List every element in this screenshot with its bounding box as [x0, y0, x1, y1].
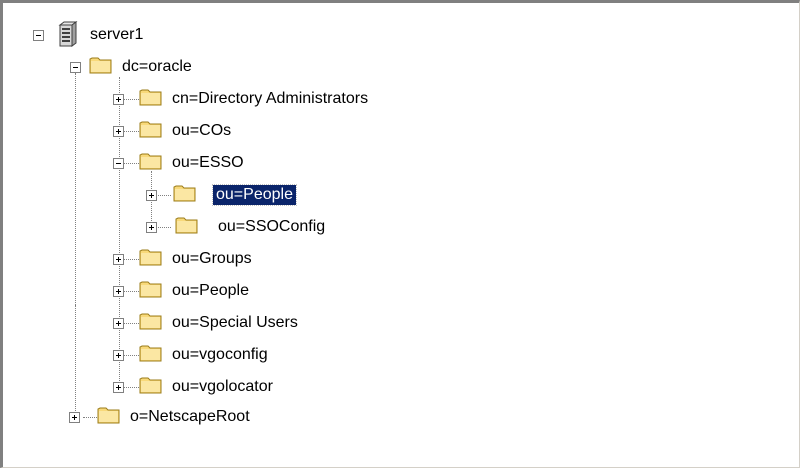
- folder-icon: [139, 89, 162, 106]
- expand-netscaperoot-toggle[interactable]: [69, 412, 80, 423]
- tree-node-netscaperoot[interactable]: o=NetscapeRoot: [3, 407, 523, 437]
- expand-ssoconfig-toggle[interactable]: [146, 222, 157, 233]
- tree-label-ssoconfig[interactable]: ou=SSOConfig: [215, 217, 328, 237]
- tree-label-vgolocator[interactable]: ou=vgolocator: [169, 377, 276, 397]
- tree-label-server1[interactable]: server1: [87, 25, 146, 45]
- folder-icon: [139, 249, 162, 266]
- expand-cos-toggle[interactable]: [113, 126, 124, 137]
- tree-node-server1[interactable]: server1: [3, 21, 403, 55]
- tree-node-vgolocator[interactable]: ou=vgolocator: [3, 377, 523, 407]
- folder-icon: [139, 121, 162, 138]
- tree-label-esso-people-selected[interactable]: ou=People: [212, 184, 297, 206]
- collapse-esso-toggle[interactable]: [113, 158, 124, 169]
- expand-esso-people-toggle[interactable]: [146, 190, 157, 201]
- folder-icon: [173, 185, 196, 202]
- expand-vgolocator-toggle[interactable]: [113, 382, 124, 393]
- collapse-dc-oracle-toggle[interactable]: [70, 62, 81, 73]
- directory-tree-panel: server1 dc=oracle cn=Directory Administr…: [0, 0, 800, 468]
- folder-icon: [139, 281, 162, 298]
- tree-node-cos[interactable]: ou=COs: [3, 121, 523, 151]
- tree-label-groups[interactable]: ou=Groups: [169, 249, 255, 269]
- tree-label-dc-oracle[interactable]: dc=oracle: [119, 57, 195, 77]
- tree-label-esso[interactable]: ou=ESSO: [169, 153, 247, 173]
- tree-label-netscaperoot[interactable]: o=NetscapeRoot: [127, 407, 253, 427]
- server-icon: [58, 21, 78, 47]
- tree-label-directory-administrators[interactable]: cn=Directory Administrators: [169, 89, 371, 109]
- tree-node-directory-administrators[interactable]: cn=Directory Administrators: [3, 89, 523, 119]
- folder-icon: [89, 57, 112, 74]
- tree-node-ssoconfig[interactable]: ou=SSOConfig: [3, 217, 523, 247]
- tree-node-special-users[interactable]: ou=Special Users: [3, 313, 523, 343]
- folder-icon: [139, 345, 162, 362]
- tree-node-esso[interactable]: ou=ESSO: [3, 153, 523, 183]
- tree-label-people[interactable]: ou=People: [169, 281, 252, 301]
- folder-icon: [139, 313, 162, 330]
- tree-node-esso-people[interactable]: ou=People: [3, 184, 523, 215]
- folder-icon: [175, 217, 198, 234]
- folder-icon: [139, 377, 162, 394]
- tree-label-vgoconfig[interactable]: ou=vgoconfig: [169, 345, 271, 365]
- directory-tree: server1 dc=oracle cn=Directory Administr…: [3, 3, 799, 467]
- tree-label-cos[interactable]: ou=COs: [169, 121, 234, 141]
- collapse-server1-toggle[interactable]: [33, 30, 44, 41]
- folder-icon: [139, 153, 162, 170]
- tree-node-people[interactable]: ou=People: [3, 281, 523, 311]
- tree-node-dc-oracle[interactable]: dc=oracle: [3, 57, 503, 87]
- expand-people-toggle[interactable]: [113, 286, 124, 297]
- tree-node-vgoconfig[interactable]: ou=vgoconfig: [3, 345, 523, 375]
- tree-label-special-users[interactable]: ou=Special Users: [169, 313, 301, 333]
- expand-directory-administrators-toggle[interactable]: [113, 94, 124, 105]
- folder-icon: [97, 407, 120, 424]
- expand-vgoconfig-toggle[interactable]: [113, 350, 124, 361]
- tree-node-groups[interactable]: ou=Groups: [3, 249, 523, 279]
- expand-special-users-toggle[interactable]: [113, 318, 124, 329]
- expand-groups-toggle[interactable]: [113, 254, 124, 265]
